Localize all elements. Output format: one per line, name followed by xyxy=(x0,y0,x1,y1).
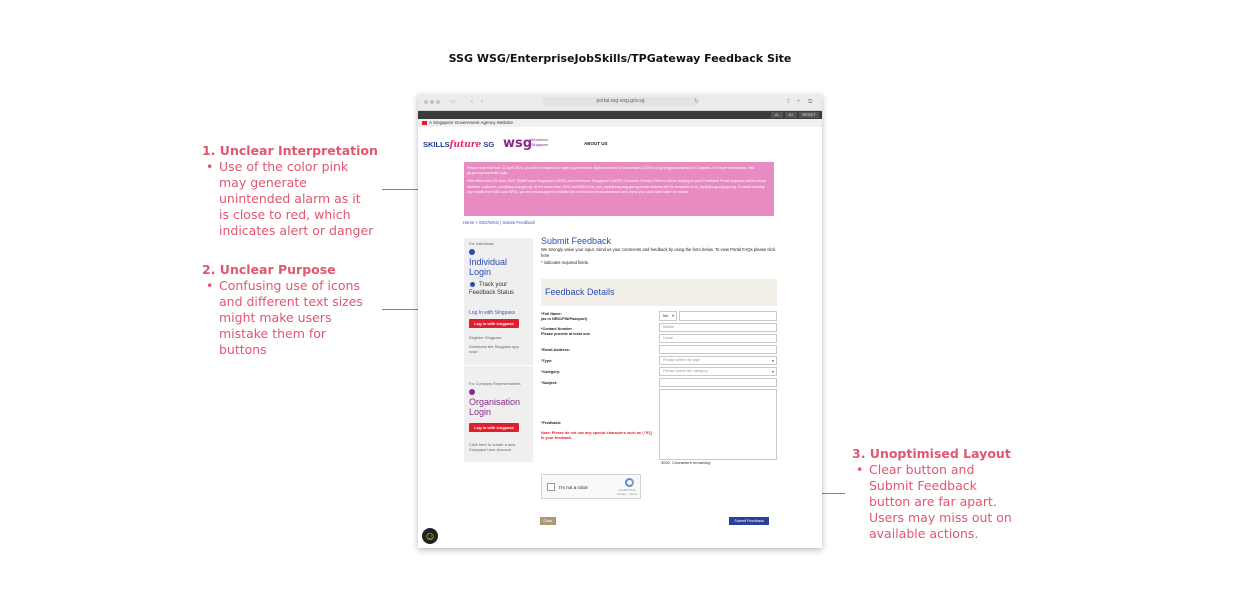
individual-singpass-login-button[interactable]: Log in with singpass xyxy=(469,319,519,328)
login-singpass-link[interactable]: Log In with Singpass xyxy=(469,310,515,316)
breadcrumb[interactable]: Home > SSG/WSG | Submit Feedback xyxy=(463,220,535,225)
annotation-title: 3. Unoptimised Layout xyxy=(852,446,1011,461)
login-sidebar: For Individuals Individual Login Track y… xyxy=(464,238,533,462)
chevron-down-icon: ▾ xyxy=(771,358,774,363)
type-select[interactable]: Please select the type ▾ xyxy=(659,356,777,365)
annotation-unoptimised-layout: 3. Unoptimised Layout Clear button andSu… xyxy=(852,446,1042,542)
individual-login-heading: Individual Login xyxy=(469,257,508,277)
nav-about-us[interactable]: ABOUT US xyxy=(584,141,608,146)
home-input[interactable]: Home xyxy=(659,334,777,343)
skillsfuture-logo[interactable]: SKILLSfuture SG xyxy=(423,140,494,150)
wsg-logo-subtitle: Workforce Singapore xyxy=(531,138,549,147)
browser-chrome: ▭ ‹ › portal.ssg-wsg.gov.sg ↻ ⇧ + ⧉ xyxy=(418,94,822,111)
feedback-textarea[interactable] xyxy=(659,389,777,460)
notice-paragraph: With effect from 24 June 2022, SkillsFut… xyxy=(467,179,766,194)
create-corppass-account[interactable]: Click here to create a new Corppass User… xyxy=(469,442,527,452)
organisation-badge-icon xyxy=(469,389,475,395)
chevron-down-icon: ▾ xyxy=(671,313,674,318)
organisation-login-heading: Organisation Login xyxy=(469,397,521,417)
email-label: *Email Address: xyxy=(541,348,570,352)
singapore-flag-icon xyxy=(422,120,427,125)
address-bar[interactable]: portal.ssg-wsg.gov.sg xyxy=(543,97,698,106)
annotation-unclear-purpose: 2. Unclear Purpose Confusing use of icon… xyxy=(202,262,392,358)
tabs-overview-icon[interactable]: ⧉ xyxy=(808,97,812,107)
window-minimize-button[interactable] xyxy=(430,100,434,104)
download-singpass-app[interactable]: Download the Singpass app now! xyxy=(469,344,525,354)
recaptcha-label: I'm not a robot xyxy=(559,485,588,490)
full-name-label: *Full Name: (as in NRIC/FIN/Passport) xyxy=(541,312,587,321)
notice-banner: Please note that from 11 April 2021, you… xyxy=(464,162,774,216)
clear-button[interactable]: Clear xyxy=(540,517,556,525)
divider xyxy=(464,365,533,366)
subject-label: *Subject: xyxy=(541,381,558,385)
category-select[interactable]: Please select the category ▾ xyxy=(659,367,777,376)
salutation-select[interactable]: Ms ▾ xyxy=(659,311,677,321)
browser-window: ▭ ‹ › portal.ssg-wsg.gov.sg ↻ ⇧ + ⧉ A- A… xyxy=(418,94,822,548)
annotation-body: Confusing use of iconsand different text… xyxy=(202,278,392,358)
mobile-input[interactable]: Mobile xyxy=(659,323,777,332)
notice-paragraph: Please note that from 11 April 2021, you… xyxy=(467,166,755,176)
organisation-singpass-login-button[interactable]: Log in with singpass xyxy=(469,423,519,432)
smiley-chat-icon[interactable]: ☺ xyxy=(422,528,438,544)
zoom-out-button[interactable]: A- xyxy=(771,112,783,118)
email-input[interactable] xyxy=(659,345,777,354)
zoom-in-button[interactable]: A+ xyxy=(785,112,797,118)
gov-banner: A Singapore Government Agency Website xyxy=(418,119,822,127)
subject-input[interactable] xyxy=(659,378,777,387)
recaptcha-icon xyxy=(625,478,634,487)
reset-button[interactable]: RESET xyxy=(799,112,819,118)
annotation-unclear-interpretation: 1. Unclear Interpretation Use of the col… xyxy=(202,143,392,239)
track-feedback-status[interactable]: Track your Feedback Status xyxy=(469,281,529,297)
required-note: * indicates required fields. xyxy=(541,260,589,265)
form-intro: We strongly value your input. Send us yo… xyxy=(541,247,776,258)
for-company-label: For Company Representatives xyxy=(469,382,521,386)
wsg-logo[interactable]: wsg xyxy=(503,136,532,151)
recaptcha-checkbox[interactable] xyxy=(547,483,555,491)
feedback-label: *Feedback: xyxy=(541,421,562,425)
forward-icon[interactable]: › xyxy=(481,97,483,107)
full-name-input[interactable] xyxy=(679,311,777,321)
chevron-down-icon: ▾ xyxy=(771,369,774,374)
feedback-details-panel: Feedback Details xyxy=(541,279,777,306)
window-maximize-button[interactable] xyxy=(436,100,440,104)
sidebar-icon[interactable]: ▭ xyxy=(450,97,456,107)
site-header: SKILLSfuture SG wsg Workforce Singapore … xyxy=(418,127,822,161)
contact-number-label: *Contact Number Please provide at least o… xyxy=(541,327,591,336)
feedback-special-char-note: Note: Please do not use any special char… xyxy=(541,431,652,440)
user-badge-icon xyxy=(469,249,475,255)
annotation-body: Clear button andSubmit Feedbackbutton ar… xyxy=(852,462,1042,542)
share-icon[interactable]: ⇧ xyxy=(786,97,791,107)
for-individuals-label: For Individuals xyxy=(469,242,494,246)
character-counter: 3000 Characters remaining xyxy=(661,460,711,465)
feedback-details-title: Feedback Details xyxy=(545,287,615,297)
submit-feedback-button[interactable]: Submit Feedback xyxy=(729,517,769,525)
annotation-title: 1. Unclear Interpretation xyxy=(202,143,378,158)
annotation-title: 2. Unclear Purpose xyxy=(202,262,336,277)
register-singpass[interactable]: Register Singpass xyxy=(469,335,529,340)
recaptcha-terms[interactable]: reCAPTCHA Privacy - Terms xyxy=(616,488,638,496)
reload-icon[interactable]: ↻ xyxy=(694,97,699,107)
new-tab-icon[interactable]: + xyxy=(797,97,801,107)
page-title: SSG WSG/EnterpriseJobSkills/TPGateway Fe… xyxy=(448,52,792,65)
type-label: *Type: xyxy=(541,359,553,363)
window-close-button[interactable] xyxy=(424,100,428,104)
annotation-body: Use of the color pinkmay generateuninten… xyxy=(202,159,392,239)
recaptcha-widget: I'm not a robot reCAPTCHA Privacy - Term… xyxy=(541,474,641,499)
submit-feedback-title: Submit Feedback xyxy=(541,236,612,246)
accessibility-toolbar: A- A+ RESET xyxy=(418,111,822,119)
category-label: *Category: xyxy=(541,370,561,374)
back-icon[interactable]: ‹ xyxy=(471,97,473,107)
